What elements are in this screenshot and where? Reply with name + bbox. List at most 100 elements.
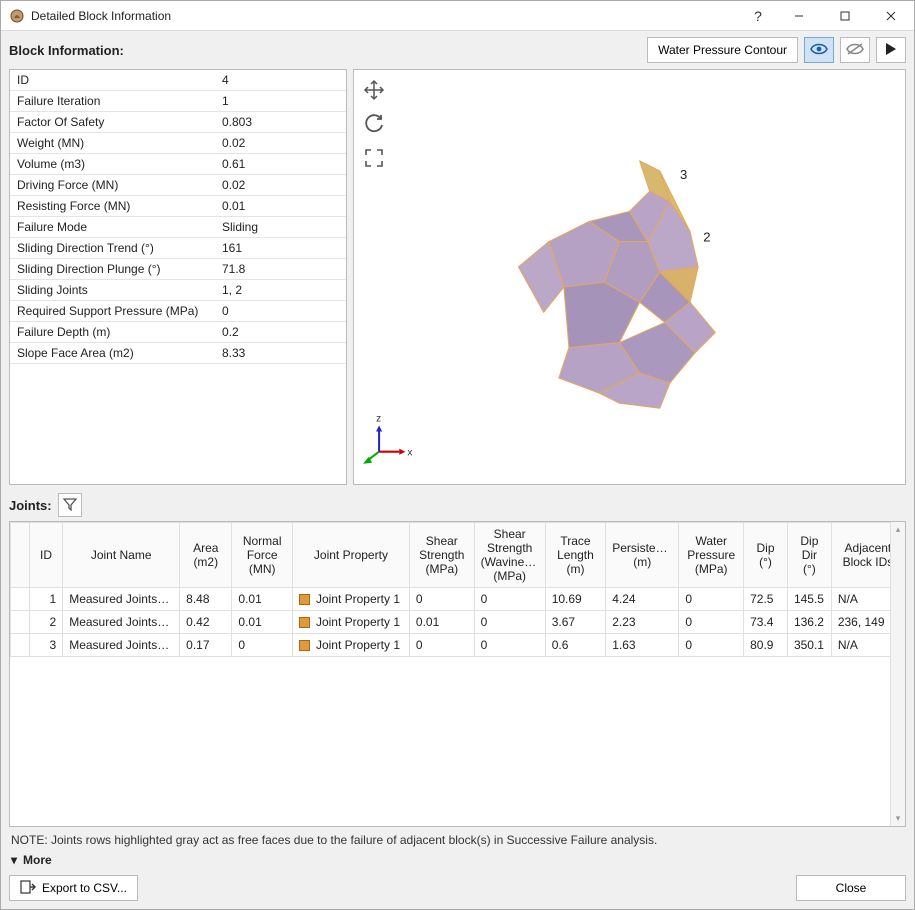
- table-scrollbar[interactable]: ▴▾: [890, 522, 905, 826]
- joints-col-header[interactable]: Joint Name: [63, 523, 180, 588]
- table-cell: 0.42: [180, 611, 232, 634]
- info-row: Failure Iteration1: [10, 91, 346, 112]
- close-window-button[interactable]: [868, 1, 914, 31]
- window-title: Detailed Block Information: [31, 9, 740, 23]
- joints-col-header[interactable]: ID: [29, 523, 62, 588]
- pan-tool[interactable]: [360, 76, 388, 104]
- table-cell: 2.23: [606, 611, 679, 634]
- joints-col-header[interactable]: Area (m2): [180, 523, 232, 588]
- color-swatch: [299, 617, 310, 628]
- more-label: More: [23, 853, 52, 867]
- info-row: Driving Force (MN)0.02: [10, 175, 346, 196]
- info-key: Failure Mode: [10, 217, 215, 238]
- eye-off-icon: [846, 42, 864, 59]
- color-swatch: [299, 640, 310, 651]
- content-area: Block Information: Water Pressure Contou…: [1, 31, 914, 909]
- info-key: Slope Face Area (m2): [10, 343, 215, 364]
- table-cell: Joint Property 1: [292, 611, 409, 634]
- table-cell: 10.69: [545, 588, 606, 611]
- table-row[interactable]: 2Measured Joints-2...0.420.01Joint Prope…: [11, 611, 905, 634]
- water-pressure-contour-button[interactable]: Water Pressure Contour: [647, 37, 798, 63]
- export-csv-button[interactable]: Export to CSV...: [9, 875, 138, 901]
- info-row: Failure ModeSliding: [10, 217, 346, 238]
- table-cell: 0: [409, 634, 474, 657]
- info-row: Factor Of Safety0.803: [10, 112, 346, 133]
- table-cell: 1: [29, 588, 62, 611]
- close-button[interactable]: Close: [796, 875, 906, 901]
- joints-col-header[interactable]: Shear Strength (Waviness) (MPa): [474, 523, 545, 588]
- table-cell: 0: [409, 588, 474, 611]
- info-key: Weight (MN): [10, 133, 215, 154]
- info-value: 0.803: [215, 112, 346, 133]
- rotate-tool[interactable]: [360, 110, 388, 138]
- joints-label: Joints:: [9, 498, 52, 513]
- joints-col-header[interactable]: Shear Strength (MPa): [409, 523, 474, 588]
- fit-tool[interactable]: [360, 144, 388, 172]
- show-icon-button[interactable]: [804, 37, 834, 63]
- maximize-button[interactable]: [822, 1, 868, 31]
- close-label: Close: [836, 881, 867, 895]
- table-cell: 0: [474, 634, 545, 657]
- color-swatch: [299, 594, 310, 605]
- hide-icon-button[interactable]: [840, 37, 870, 63]
- joints-col-header[interactable]: Joint Property: [292, 523, 409, 588]
- note-text: NOTE: Joints rows highlighted gray act a…: [9, 827, 906, 849]
- info-key: Sliding Joints: [10, 280, 215, 301]
- dialog-window: Detailed Block Information ? Block Infor…: [0, 0, 915, 910]
- minimize-button[interactable]: [776, 1, 822, 31]
- joint-label-3: 3: [680, 167, 687, 182]
- info-row: Resisting Force (MN)0.01: [10, 196, 346, 217]
- help-button[interactable]: ?: [740, 1, 776, 31]
- table-cell: 0: [679, 611, 744, 634]
- header-row: Block Information: Water Pressure Contou…: [9, 37, 906, 63]
- table-cell: [11, 611, 30, 634]
- bottom-row: Export to CSV... Close: [9, 871, 906, 901]
- joints-col-header[interactable]: Dip (°): [744, 523, 788, 588]
- joints-col-header[interactable]: Water Pressure (MPa): [679, 523, 744, 588]
- info-row: Required Support Pressure (MPa)0: [10, 301, 346, 322]
- table-cell: 0: [232, 634, 293, 657]
- table-cell: Measured Joints-3...: [63, 634, 180, 657]
- chevron-down-icon: ▾: [11, 853, 17, 867]
- upper-split: ID4Failure Iteration1Factor Of Safety0.8…: [9, 69, 906, 485]
- joints-col-header[interactable]: Persistence (m): [606, 523, 679, 588]
- table-cell: 8.48: [180, 588, 232, 611]
- info-row: Sliding Direction Trend (°)161: [10, 238, 346, 259]
- more-toggle[interactable]: ▾ More: [9, 849, 906, 871]
- play-button[interactable]: [876, 37, 906, 63]
- table-cell: 0: [474, 588, 545, 611]
- play-icon: [885, 42, 897, 59]
- export-icon: [20, 880, 36, 897]
- info-value: 8.33: [215, 343, 346, 364]
- table-cell: 73.4: [744, 611, 788, 634]
- info-value: 0.02: [215, 175, 346, 196]
- info-key: Sliding Direction Trend (°): [10, 238, 215, 259]
- info-value: 0: [215, 301, 346, 322]
- table-cell: 0.17: [180, 634, 232, 657]
- joint-label-2: 2: [703, 230, 710, 245]
- viewer-3d[interactable]: x z: [353, 69, 906, 485]
- table-cell: 3: [29, 634, 62, 657]
- info-key: Volume (m3): [10, 154, 215, 175]
- joints-col-header[interactable]: Dip Dir (°): [787, 523, 831, 588]
- table-cell: 0: [474, 611, 545, 634]
- table-row[interactable]: 3Measured Joints-3...0.170Joint Property…: [11, 634, 905, 657]
- table-cell: 0.6: [545, 634, 606, 657]
- table-cell: Measured Joints-2...: [63, 611, 180, 634]
- joints-table-wrap: IDJoint NameArea (m2)Normal Force (MN)Jo…: [9, 521, 906, 827]
- joints-col-header[interactable]: Trace Length (m): [545, 523, 606, 588]
- info-row: Sliding Joints1, 2: [10, 280, 346, 301]
- axis-x-label: x: [407, 448, 412, 459]
- joints-table: IDJoint NameArea (m2)Normal Force (MN)Jo…: [10, 522, 905, 657]
- joints-col-header[interactable]: [11, 523, 30, 588]
- info-value: 71.8: [215, 259, 346, 280]
- table-row[interactable]: 1Measured Joints-2...8.480.01Joint Prope…: [11, 588, 905, 611]
- table-cell: [11, 634, 30, 657]
- info-row: Slope Face Area (m2)8.33: [10, 343, 346, 364]
- info-key: Sliding Direction Plunge (°): [10, 259, 215, 280]
- info-row: Volume (m3)0.61: [10, 154, 346, 175]
- joints-header: Joints:: [9, 493, 906, 517]
- filter-button[interactable]: [58, 493, 82, 517]
- joints-col-header[interactable]: Normal Force (MN): [232, 523, 293, 588]
- info-key: ID: [10, 70, 215, 91]
